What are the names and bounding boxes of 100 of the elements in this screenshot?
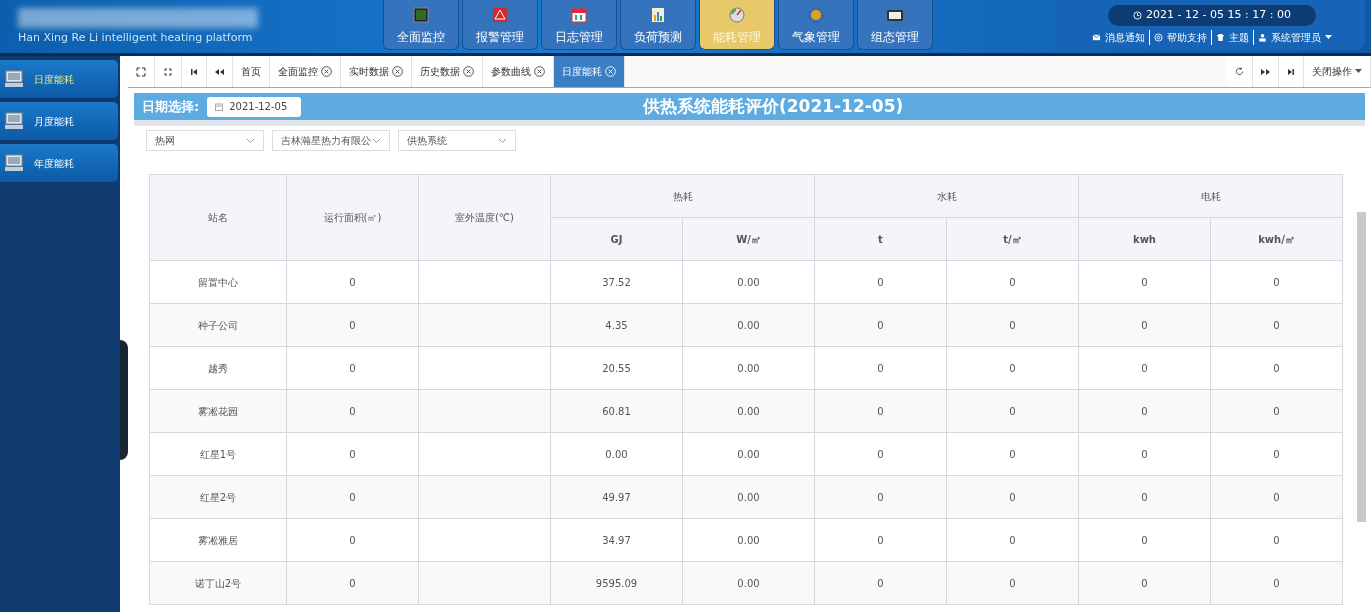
user-link[interactable]: 系统管理员 <box>1253 29 1332 45</box>
column-header: W/㎡ <box>682 217 815 261</box>
table-cell: 0 <box>814 260 947 304</box>
table-cell: 0 <box>946 389 1079 433</box>
table-cell: 0 <box>1078 260 1211 304</box>
table-cell: 0 <box>1210 518 1343 562</box>
column-header: t <box>814 217 947 261</box>
page-tab[interactable]: 参数曲线 <box>483 56 554 87</box>
last-tab-icon[interactable] <box>1279 56 1304 87</box>
table-cell: 0 <box>814 432 947 476</box>
close-icon[interactable] <box>392 66 403 77</box>
table-cell: 0 <box>1210 475 1343 519</box>
table-cell: 雾凇雅居 <box>149 518 287 562</box>
module-tab[interactable]: 全面监控 <box>383 0 459 50</box>
column-group-header: 电耗 <box>1078 174 1343 218</box>
sidebar-item[interactable]: 月度能耗 <box>0 102 118 140</box>
calendar-icon <box>570 6 588 24</box>
datetime-text: 2021 - 12 - 05 15 : 17 : 00 <box>1146 7 1291 24</box>
page-tab[interactable]: 历史数据 <box>412 56 483 87</box>
table-cell: 0 <box>814 389 947 433</box>
help-icon <box>1154 32 1163 42</box>
table-cell: 0 <box>1078 518 1211 562</box>
table-cell: 0.00 <box>682 475 815 519</box>
sidebar-item[interactable]: 年度能耗 <box>0 144 118 182</box>
column-header: GJ <box>550 217 683 261</box>
table-cell: 0 <box>946 303 1079 347</box>
table-cell: 红星2号 <box>149 475 287 519</box>
mail-link[interactable]: 消息通知 <box>1092 29 1145 45</box>
table-cell: 0 <box>1078 346 1211 390</box>
date-field[interactable]: 2021-12-05 <box>207 96 302 117</box>
table-cell: 20.55 <box>550 346 683 390</box>
table-cell: 0 <box>286 518 419 562</box>
table-cell: 0 <box>946 432 1079 476</box>
table-cell: 0 <box>1210 389 1343 433</box>
table-cell: 4.35 <box>550 303 683 347</box>
page-tab[interactable]: 首页 <box>233 56 270 87</box>
page-tab[interactable]: 日度能耗 <box>554 56 625 87</box>
collapse-handle[interactable] <box>120 340 128 460</box>
table-cell: 0.00 <box>682 432 815 476</box>
table-cell: 0.00 <box>682 260 815 304</box>
caret-icon <box>1325 34 1332 40</box>
filter-select[interactable]: 热网 <box>146 130 264 151</box>
computer-icon <box>4 112 24 130</box>
weather-icon <box>807 6 825 24</box>
first-tab-icon[interactable] <box>182 56 207 87</box>
table-cell: 0 <box>286 346 419 390</box>
table-cell: 0 <box>946 475 1079 519</box>
filter-select[interactable]: 供热系统 <box>398 130 516 151</box>
table-cell: 0 <box>1078 561 1211 605</box>
table-cell: 0 <box>814 518 947 562</box>
table-cell: 0.00 <box>682 346 815 390</box>
table-cell: 0 <box>814 475 947 519</box>
scrollbar[interactable] <box>1357 212 1366 522</box>
table-cell: 0 <box>946 260 1079 304</box>
chevron-icon <box>498 137 507 144</box>
table-cell: 种子公司 <box>149 303 287 347</box>
module-tab[interactable]: 负荷预测 <box>620 0 696 50</box>
table-cell: 0 <box>814 346 947 390</box>
previous-tab-icon[interactable] <box>207 56 233 87</box>
table-cell: 0.00 <box>682 561 815 605</box>
module-tab[interactable]: 报警管理 <box>462 0 538 50</box>
caret-icon <box>1355 69 1362 74</box>
clock-icon <box>1133 11 1143 20</box>
table-cell: 0 <box>286 432 419 476</box>
shrink-icon[interactable] <box>155 56 182 87</box>
table-cell: 0 <box>286 389 419 433</box>
column-group-header: 水耗 <box>814 174 1079 218</box>
filter-select[interactable]: 吉林瀚星热力有限公 <box>272 130 390 151</box>
user-icon <box>1258 32 1267 42</box>
calendar-icon <box>215 102 224 111</box>
chart-icon <box>649 6 667 24</box>
table-cell: 60.81 <box>550 389 683 433</box>
table-cell: 0 <box>1210 346 1343 390</box>
column-header: kwh/㎡ <box>1210 217 1343 261</box>
close-icon[interactable] <box>463 66 474 77</box>
module-tab[interactable]: 组态管理 <box>857 0 933 50</box>
table-cell: 0 <box>946 561 1079 605</box>
page-tab[interactable]: 全面监控 <box>270 56 341 87</box>
fullscreen-icon[interactable] <box>128 56 155 87</box>
module-tab[interactable]: 气象管理 <box>778 0 854 50</box>
help-link[interactable]: 帮助支持 <box>1149 29 1207 45</box>
page-tab[interactable]: 实时数据 <box>341 56 412 87</box>
table-cell: 37.52 <box>550 260 683 304</box>
table-cell: 0 <box>286 561 419 605</box>
column-group-header: 热耗 <box>550 174 815 218</box>
next-tab-icon[interactable] <box>1253 56 1279 87</box>
theme-link[interactable]: 主题 <box>1211 29 1249 45</box>
close-icon[interactable] <box>321 66 332 77</box>
module-tab[interactable]: 日志管理 <box>541 0 617 50</box>
report-title: 供热系统能耗评价(2021-12-05) <box>641 94 905 118</box>
table-cell: 红星1号 <box>149 432 287 476</box>
table-cell: 0 <box>1210 260 1343 304</box>
close-icon[interactable] <box>534 66 545 77</box>
table-cell: 0.00 <box>682 303 815 347</box>
table-cell: 0 <box>1078 389 1211 433</box>
alarm-icon <box>491 6 509 24</box>
sidebar-item[interactable]: 日度能耗 <box>0 60 118 98</box>
close-actions-dropdown[interactable]: 关闭操作 <box>1304 56 1371 87</box>
monitor-icon <box>412 6 430 24</box>
table-cell: 0 <box>1078 432 1211 476</box>
